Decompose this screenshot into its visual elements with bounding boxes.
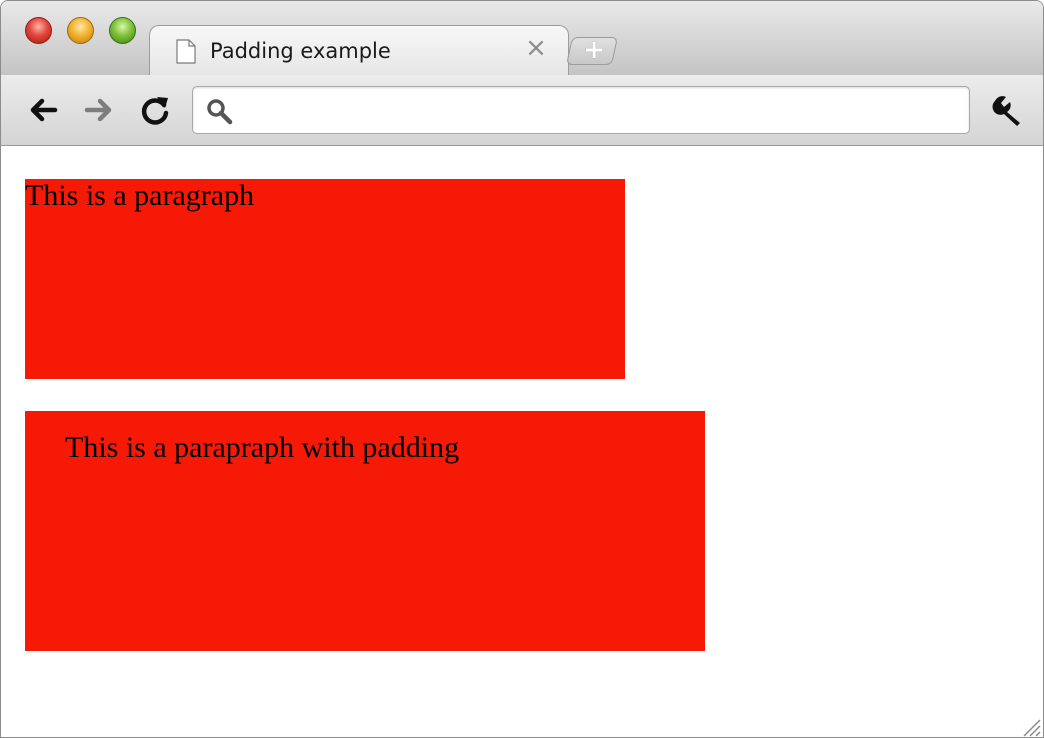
- browser-window: Padding example × + This is a paragraph …: [0, 0, 1044, 738]
- paragraph-with-padding: This is a parapraph with padding: [25, 411, 705, 651]
- toolbar: [1, 75, 1043, 146]
- resize-grip-icon[interactable]: [1019, 715, 1041, 737]
- document-icon: [176, 39, 196, 64]
- address-input[interactable]: [241, 93, 955, 129]
- minimize-window-button[interactable]: [67, 17, 94, 44]
- tab-close-icon[interactable]: ×: [524, 35, 548, 61]
- tab-strip: Padding example × +: [1, 1, 1043, 76]
- forward-arrow-icon[interactable]: [81, 92, 117, 128]
- plus-icon: +: [583, 35, 606, 65]
- address-bar[interactable]: [192, 86, 970, 134]
- page-content: This is a paragraph This is a parapraph …: [1, 146, 1043, 737]
- wrench-icon[interactable]: [989, 92, 1025, 128]
- new-tab-button[interactable]: +: [566, 35, 618, 65]
- zoom-window-button[interactable]: [109, 17, 136, 44]
- paragraph: This is a paragraph: [25, 179, 625, 379]
- tab-title: Padding example: [210, 39, 391, 63]
- tab-padding-example[interactable]: Padding example ×: [149, 25, 569, 76]
- close-window-button[interactable]: [25, 17, 52, 44]
- search-icon: [207, 99, 233, 125]
- reload-icon[interactable]: [137, 92, 173, 128]
- back-arrow-icon[interactable]: [25, 92, 61, 128]
